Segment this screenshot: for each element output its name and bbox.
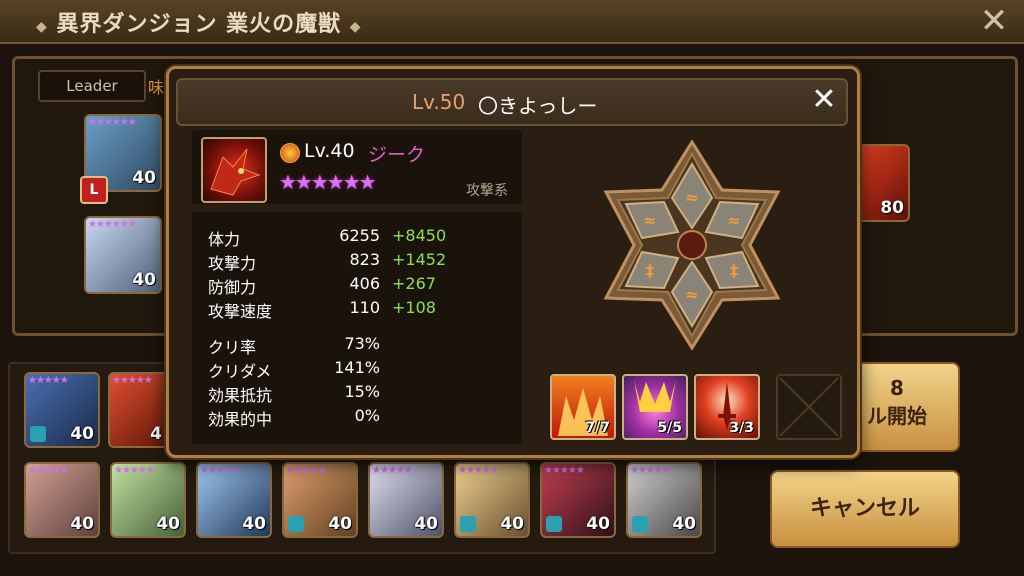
- monster-type: 攻撃系: [466, 183, 508, 199]
- ally-label: 味: [148, 78, 165, 97]
- water-attribute-icon: [288, 516, 304, 532]
- team-unit[interactable]: ★★★★★★ 40: [84, 216, 162, 294]
- fire-attribute-icon: [280, 143, 300, 163]
- cancel-button[interactable]: キャンセル: [770, 470, 960, 548]
- support-attribute-icon: [632, 516, 648, 532]
- close-icon[interactable]: ✕: [808, 84, 840, 116]
- skill-1-icon[interactable]: 7/7: [550, 374, 616, 440]
- shield-attribute-icon: [460, 516, 476, 532]
- dungeon-title: ◆ 異界ダンジョン 業火の魔獣 ◆: [36, 12, 362, 37]
- monster-portrait[interactable]: [201, 137, 267, 203]
- bench-unit[interactable]: ★★★★★ 4: [108, 372, 168, 448]
- svg-text:≈: ≈: [685, 285, 698, 304]
- substat-row: クリ率 73%: [208, 334, 380, 357]
- substat-row: クリダメ 141%: [208, 358, 380, 381]
- substat-row: 効果抵抗 15%: [208, 382, 380, 405]
- stat-row: 攻撃速度 110 +108: [208, 298, 436, 321]
- bench-unit[interactable]: ★★★★★ 40: [196, 462, 272, 538]
- svg-text:≈: ≈: [685, 188, 698, 207]
- monster-stars: ★★★★★★: [279, 170, 377, 194]
- leader-label: Leader: [38, 70, 146, 102]
- skill-3-icon[interactable]: 3/3: [694, 374, 760, 440]
- svg-text:‡: ‡: [730, 261, 738, 280]
- skill-level: 7/7: [585, 420, 610, 436]
- top-bar: ◆ 異界ダンジョン 業火の魔獣 ◆ ✕: [0, 0, 1024, 44]
- water-attribute-icon: [30, 426, 46, 442]
- bench-unit[interactable]: ★★★★★ 40: [368, 462, 444, 538]
- bench-unit[interactable]: ★★★★★ 40: [626, 462, 702, 538]
- monster-name: ジーク: [368, 144, 426, 166]
- crit-attribute-icon: [546, 516, 562, 532]
- stat-row: 防御力 406 +267: [208, 274, 436, 297]
- bench-unit[interactable]: ★★★★★ 40: [540, 462, 616, 538]
- rune-diagram[interactable]: ≈ ≈ ≈ ≈ ‡ ‡: [596, 139, 788, 351]
- unit-level: 40: [132, 168, 156, 188]
- skill-2-icon[interactable]: 5/5: [622, 374, 688, 440]
- unit-level: 80: [880, 198, 904, 218]
- empty-skill-slot: [776, 374, 842, 440]
- player-name: 〇きよっしー: [478, 94, 598, 118]
- bench-unit[interactable]: ★★★★★ 40: [24, 372, 100, 448]
- unit-level: 40: [132, 270, 156, 290]
- svg-text:‡: ‡: [646, 261, 654, 280]
- bench-unit[interactable]: ★★★★★ 40: [282, 462, 358, 538]
- stat-row: 体力 6255 +8450: [208, 226, 447, 249]
- skill-level: 3/3: [729, 420, 754, 436]
- bench-unit[interactable]: ★★★★★ 40: [454, 462, 530, 538]
- diamond-right-icon: ◆: [349, 19, 362, 35]
- diamond-left-icon: ◆: [36, 19, 48, 35]
- substat-row: 効果的中 0%: [208, 406, 380, 429]
- svg-text:≈: ≈: [727, 211, 740, 230]
- svg-text:≈: ≈: [643, 211, 656, 230]
- leader-badge-icon: L: [80, 176, 108, 204]
- skill-level: 5/5: [657, 420, 682, 436]
- stat-row: 攻撃力 823 +1452: [208, 250, 447, 273]
- player-level: Lv.50: [412, 90, 466, 114]
- bench-unit[interactable]: ★★★★★ 40: [110, 462, 186, 538]
- monster-level: Lv.40: [304, 140, 355, 162]
- bench-unit[interactable]: ★★★★★ 40: [24, 462, 100, 538]
- close-dungeon-icon[interactable]: ✕: [974, 4, 1014, 38]
